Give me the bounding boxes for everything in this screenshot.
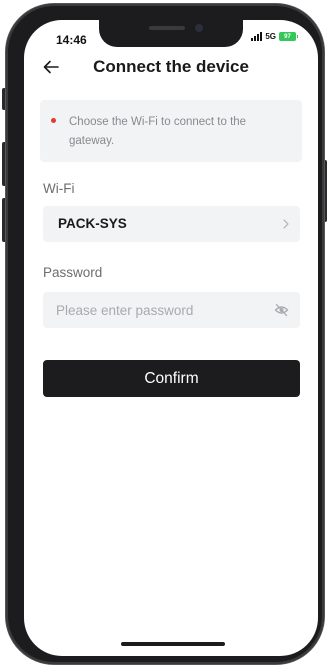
device-mockup: 14:46 5G 97 Connect the device Choose th… <box>0 0 329 670</box>
speaker-grille <box>149 26 185 30</box>
phone-frame: 14:46 5G 97 Connect the device Choose th… <box>6 4 324 664</box>
signal-icon <box>251 32 263 41</box>
password-label: Password <box>43 265 103 280</box>
notice-card: Choose the Wi-Fi to connect to the gatew… <box>40 100 302 162</box>
wifi-select[interactable]: PACK-SYS <box>43 206 300 242</box>
app-screen: 14:46 5G 97 Connect the device Choose th… <box>24 20 318 656</box>
camera-icon <box>195 24 203 32</box>
network-type: 5G <box>265 32 276 41</box>
wifi-label: Wi-Fi <box>43 181 75 196</box>
confirm-button[interactable]: Confirm <box>43 360 300 397</box>
battery-icon: 97 <box>279 32 298 41</box>
status-time: 14:46 <box>56 33 87 47</box>
chevron-right-icon <box>283 219 289 229</box>
battery-level: 97 <box>284 33 291 40</box>
page-title: Connect the device <box>93 57 249 76</box>
status-indicators: 5G 97 <box>251 32 298 41</box>
notice-dot-icon <box>51 118 56 123</box>
password-input-container <box>43 292 300 328</box>
password-input[interactable] <box>56 292 260 328</box>
notice-text: Choose the Wi-Fi to connect to the gatew… <box>69 116 247 147</box>
notch <box>99 20 243 47</box>
eye-off-icon[interactable] <box>274 303 289 317</box>
wifi-network-name: PACK-SYS <box>58 216 127 231</box>
home-indicator <box>121 642 225 646</box>
